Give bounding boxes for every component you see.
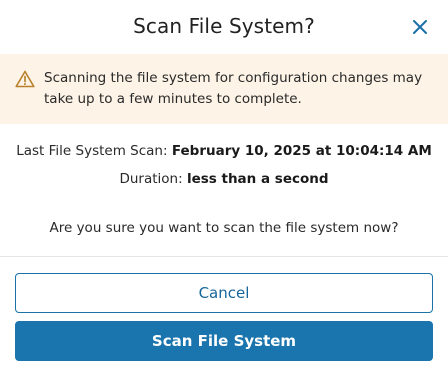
cancel-button[interactable]: Cancel [15,273,433,313]
scan-file-system-button[interactable]: Scan File System [15,321,433,361]
last-scan-label: Last File System Scan: [16,143,168,159]
divider [0,256,448,257]
scan-file-system-dialog: Scan File System? Scanning the file syst… [0,0,448,376]
last-scan-value: February 10, 2025 at 10:04:14 AM [171,143,432,159]
dialog-header: Scan File System? [0,0,448,54]
duration-value: less than a second [186,171,329,187]
scan-info: Last File System Scan: February 10, 2025… [0,140,448,196]
warning-message: Scanning the file system for configurati… [44,68,432,110]
close-button[interactable] [410,17,430,37]
dialog-title: Scan File System? [133,14,315,38]
warning-line-1: Scanning the file system for configurati… [44,70,423,86]
close-icon [413,20,427,34]
confirmation-question: Are you sure you want to scan the file s… [49,220,399,236]
warning-line-2: take up to a few minutes to complete. [44,91,302,107]
warning-triangle-icon [15,70,35,88]
duration-label: Duration: [119,171,183,187]
warning-banner: Scanning the file system for configurati… [0,54,448,124]
last-scan-row: Last File System Scan: February 10, 2025… [0,140,448,168]
duration-row: Duration: less than a second [0,168,448,196]
